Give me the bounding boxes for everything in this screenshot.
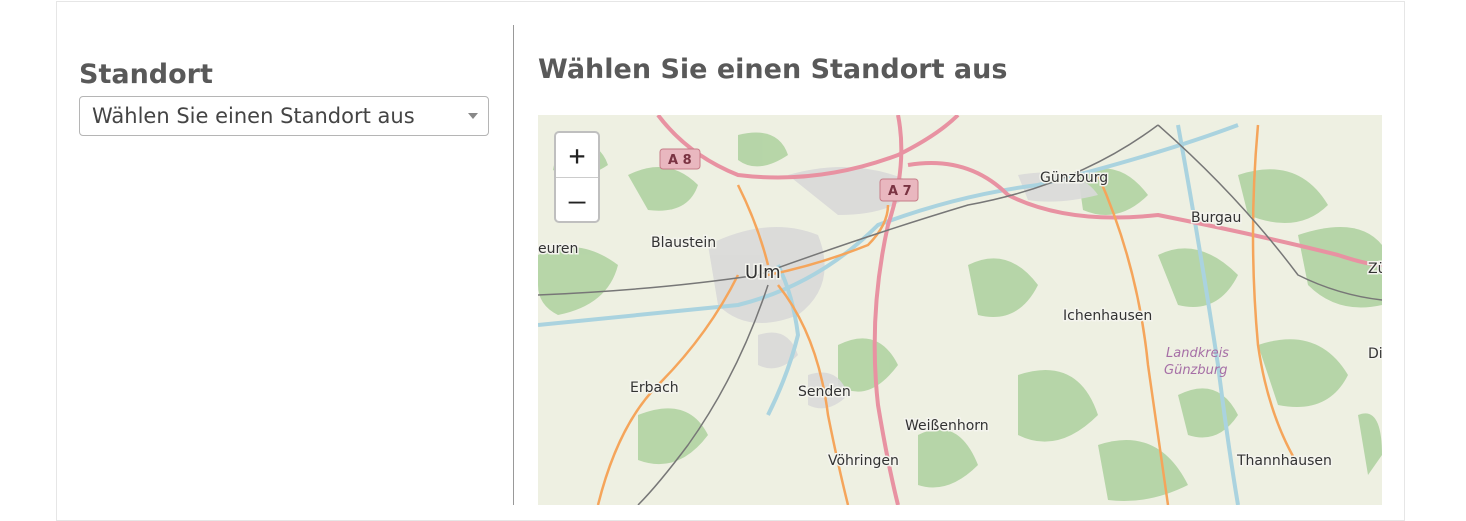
place-label: Ichenhausen <box>1063 308 1152 324</box>
place-label: Blaustein <box>651 235 716 251</box>
place-label: Thannhausen <box>1236 453 1332 469</box>
highway-shield-a7: A 7 <box>879 178 919 202</box>
caret-down-icon <box>468 113 478 119</box>
place-label: Ulm <box>745 262 781 283</box>
location-label: Standort <box>79 59 213 90</box>
svg-text:A 7: A 7 <box>888 184 912 199</box>
place-label: Vöhringen <box>828 453 899 469</box>
place-label: Di <box>1368 346 1382 362</box>
location-select-value: Wählen Sie einen Standort aus <box>92 104 415 128</box>
place-label: euren <box>538 241 578 257</box>
place-label: Landkreis <box>1166 346 1229 361</box>
place-label: Günzburg <box>1164 363 1227 378</box>
place-label: Günzburg <box>1040 170 1108 186</box>
map-tiles: A 8 A 7 euren Blaustein Ulm Günzburg Bur… <box>538 115 1382 505</box>
place-label: Zü <box>1368 261 1382 277</box>
place-label: Senden <box>798 384 851 400</box>
map-view[interactable]: A 8 A 7 euren Blaustein Ulm Günzburg Bur… <box>538 115 1382 505</box>
zoom-out-button[interactable]: – <box>556 177 598 221</box>
highway-shield-a8: A 8 <box>659 148 701 170</box>
zoom-control: + – <box>554 131 600 223</box>
svg-text:A 8: A 8 <box>668 153 692 168</box>
zoom-in-button[interactable]: + <box>556 133 598 177</box>
map-title: Wählen Sie einen Standort aus <box>538 54 1008 85</box>
place-label: Erbach <box>630 380 679 396</box>
location-select[interactable]: Wählen Sie einen Standort aus <box>79 96 489 136</box>
place-label: Weißenhorn <box>905 418 989 434</box>
place-label: Burgau <box>1191 210 1241 226</box>
location-form: Standort Wählen Sie einen Standort aus <box>79 58 489 136</box>
column-divider <box>513 25 514 505</box>
